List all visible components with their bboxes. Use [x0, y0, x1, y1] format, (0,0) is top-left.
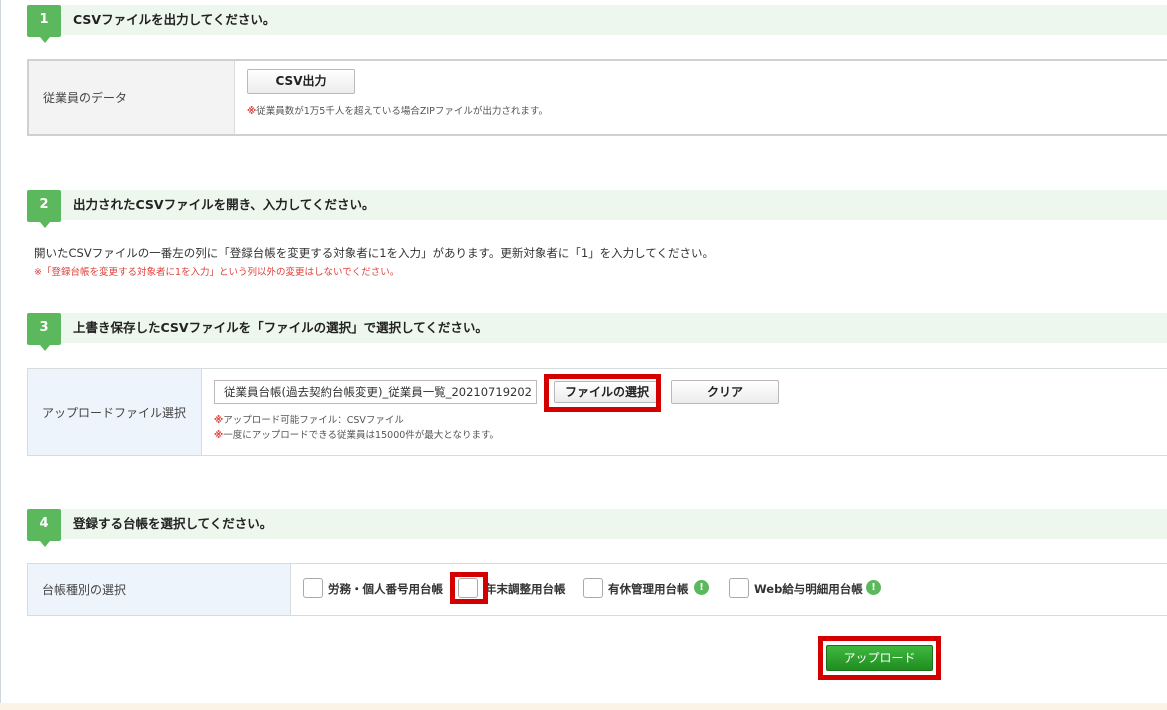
note-mark: ※	[247, 106, 257, 117]
ledger-checkbox-web-payslip[interactable]	[729, 578, 749, 598]
step-3-title: 上書き保存したCSVファイルを「ファイルの選択」で選択してください。	[73, 320, 488, 335]
upload-submit-button[interactable]: アップロード	[826, 645, 933, 671]
upload-note-2: ※一度にアップロードできる従業員は15000件が最大となります。	[214, 427, 499, 441]
step-1-header: 1 CSVファイルを出力してください。	[27, 5, 1167, 43]
step-2-title: 出力されたCSVファイルを開き、入力してください。	[73, 197, 375, 212]
step-2-number: 2	[27, 190, 61, 228]
upload-note-1-text: アップロード可能ファイル：CSVファイル	[223, 415, 404, 426]
step-1-title: CSVファイルを出力してください。	[73, 12, 276, 27]
export-label: 従業員のデータ	[29, 61, 235, 134]
year-end-checkbox-highlight	[450, 572, 488, 604]
export-table: 従業員のデータ CSV出力 ※従業員数が1万5千人を超えている場合ZIPファイル…	[27, 59, 1167, 136]
csv-export-button[interactable]: CSV出力	[247, 69, 355, 94]
export-note: ※従業員数が1万5千人を超えている場合ZIPファイルが出力されます。	[247, 103, 548, 117]
footer-strip	[0, 703, 1167, 710]
step-3-number: 3	[27, 313, 61, 351]
step-1-number: 1	[27, 5, 61, 43]
instruction-warning: ※「登録台帳を変更する対象者に1を入力」という列以外の変更はしないでください。	[34, 267, 400, 278]
instruction-text: 開いたCSVファイルの一番左の列に「登録台帳を変更する対象者に1を入力」がありま…	[34, 246, 714, 260]
upload-note-1: ※アップロード可能ファイル：CSVファイル	[214, 412, 404, 426]
file-path-input[interactable]: 従業員台帳(過去契約台帳変更)_従業員一覧_20210719202	[214, 380, 537, 404]
step-4-header: 4 登録する台帳を選択してください。	[27, 509, 1167, 547]
step-2-header: 2 出力されたCSVファイルを開き、入力してください。	[27, 190, 1167, 228]
ledger-option-paid-leave-label: 有休管理用台帳	[608, 582, 689, 596]
ledger-checkbox-paid-leave[interactable]	[583, 578, 603, 598]
clear-button[interactable]: クリア	[671, 380, 779, 404]
upload-note-2-text: 一度にアップロードできる従業員は15000件が最大となります。	[223, 430, 500, 441]
page-left-border	[0, 0, 1, 710]
step-3-header: 3 上書き保存したCSVファイルを「ファイルの選択」で選択してください。	[27, 313, 1167, 351]
step-4-title: 登録する台帳を選択してください。	[73, 516, 273, 531]
note-mark: ※	[214, 430, 224, 441]
exclamation-icon[interactable]: !	[866, 580, 881, 595]
ledger-option-labor-label: 労務・個人番号用台帳	[328, 582, 443, 596]
ledger-label: 台帳種別の選択	[28, 564, 291, 615]
note-mark: ※	[214, 415, 224, 426]
export-note-text: 従業員数が1万5千人を超えている場合ZIPファイルが出力されます。	[256, 106, 548, 117]
ledger-option-year-end-label: 年末調整用台帳	[485, 582, 566, 596]
exclamation-icon[interactable]: !	[694, 580, 709, 595]
ledger-table: 台帳種別の選択 労務・個人番号用台帳 年末調整用台帳 有休管理用台帳 ! Web…	[27, 563, 1167, 616]
ledger-option-web-payslip-label: Web給与明細用台帳	[754, 582, 863, 596]
step-4-number: 4	[27, 509, 61, 547]
choose-file-highlight	[544, 374, 661, 412]
ledger-checkbox-labor[interactable]	[303, 578, 323, 598]
upload-label: アップロードファイル選択	[28, 369, 202, 455]
